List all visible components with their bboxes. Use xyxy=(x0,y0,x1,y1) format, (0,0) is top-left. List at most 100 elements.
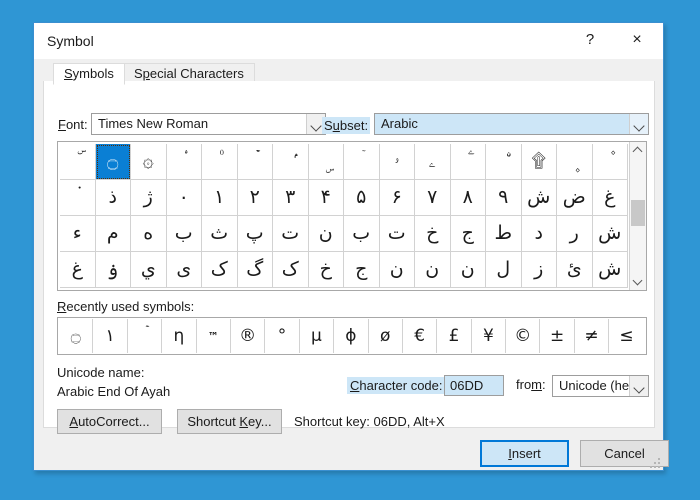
character-cell[interactable]: ه xyxy=(131,216,167,252)
recent-symbol-cell[interactable]: ۱ xyxy=(93,319,128,353)
recent-symbol-cell[interactable]: ® xyxy=(231,319,266,353)
character-cell[interactable]: ۟ xyxy=(166,144,202,180)
character-cell[interactable]: گ xyxy=(237,252,273,288)
character-cell[interactable]: ي xyxy=(131,252,167,288)
recent-symbol-cell[interactable]: ϕ xyxy=(334,319,369,353)
character-cell[interactable]: ک xyxy=(202,252,238,288)
close-button[interactable]: × xyxy=(615,23,659,56)
recent-symbol-cell[interactable]: η xyxy=(162,319,197,353)
character-cell[interactable]: ۳ xyxy=(273,180,309,216)
recent-symbol-cell[interactable]: € xyxy=(403,319,438,353)
character-cell[interactable]: ژ xyxy=(131,180,167,216)
character-cell[interactable]: ۵ xyxy=(344,180,380,216)
character-cell[interactable]: د xyxy=(521,216,557,252)
shortcut-key-button[interactable]: Shortcut Key... xyxy=(177,409,282,434)
character-cell[interactable]: ج xyxy=(450,216,486,252)
character-cell[interactable]: ۸ xyxy=(450,180,486,216)
character-cell[interactable]: ۰ xyxy=(166,180,202,216)
recent-symbol-cell[interactable]: ± xyxy=(540,319,575,353)
character-cell[interactable]: ت xyxy=(379,216,415,252)
character-cell[interactable]: ۣ xyxy=(308,144,344,180)
character-cell[interactable]: ۠ xyxy=(202,144,238,180)
character-cell[interactable]: ر xyxy=(557,216,593,252)
character-cell[interactable]: ۥ xyxy=(379,144,415,180)
recent-symbol-cell[interactable]: ø xyxy=(369,319,403,353)
character-cell[interactable]: ب xyxy=(166,216,202,252)
character-cell-selected[interactable]: ۝ xyxy=(95,144,131,180)
character-cell[interactable]: ۪ xyxy=(557,144,593,180)
recent-symbol-cell[interactable]: ≠ xyxy=(575,319,610,353)
character-cell[interactable]: ی xyxy=(166,252,202,288)
character-cell[interactable]: ۩ xyxy=(521,144,557,180)
character-cell[interactable]: ش xyxy=(521,180,557,216)
recent-symbol-cell[interactable]: £ xyxy=(437,319,472,353)
recent-symbol-cell[interactable]: ¥ xyxy=(472,319,507,353)
character-cell[interactable]: ۢ xyxy=(273,144,309,180)
character-cell[interactable]: ش xyxy=(592,252,628,288)
character-cell[interactable]: ۬ xyxy=(60,180,96,216)
character-cell[interactable]: ۞ xyxy=(131,144,167,180)
character-cell[interactable]: ن xyxy=(379,252,415,288)
recent-symbol-cell[interactable]: ۝ xyxy=(59,319,94,353)
scrollbar-thumb[interactable] xyxy=(631,200,645,227)
character-cell[interactable]: ۧ xyxy=(450,144,486,180)
recent-symbol-cell[interactable]: ۡ xyxy=(128,319,163,353)
character-cell[interactable]: ض xyxy=(557,180,593,216)
chevron-down-icon[interactable] xyxy=(629,376,648,396)
autocorrect-button[interactable]: AutoCorrect... xyxy=(57,409,162,434)
character-cell[interactable]: ۹ xyxy=(486,180,522,216)
character-code-input[interactable]: 06DD xyxy=(444,375,504,396)
character-cell[interactable]: ۨ xyxy=(486,144,522,180)
character-grid[interactable]: ۜ۝۞ۣ۟۠ۡۢۤۥۦۧۨ۩۪۫۬ذژ۰۱۲۳۴۵۶۷۸۹شضغءمهبثپتن… xyxy=(60,144,628,288)
character-cell[interactable]: ذ xyxy=(95,180,131,216)
recent-symbol-cell[interactable]: ™ xyxy=(197,319,231,353)
character-cell[interactable]: خ xyxy=(308,252,344,288)
recently-used-grid[interactable]: ۝۱ۡη™®°µϕø€£¥©±≠≤ xyxy=(59,319,645,353)
character-cell[interactable]: ۜ xyxy=(60,144,96,180)
character-cell[interactable]: ۏ xyxy=(95,252,131,288)
font-combobox[interactable]: Times New Roman xyxy=(91,113,326,135)
recent-symbol-cell[interactable]: µ xyxy=(300,319,335,353)
from-combobox[interactable]: Unicode (hex) xyxy=(552,375,649,397)
character-cell[interactable]: ت xyxy=(273,216,309,252)
character-cell[interactable]: ش xyxy=(592,216,628,252)
character-cell[interactable]: ک xyxy=(273,252,309,288)
character-cell[interactable]: ئ xyxy=(557,252,593,288)
character-cell[interactable]: غ xyxy=(60,252,96,288)
character-cell[interactable]: ز xyxy=(521,252,557,288)
character-cell[interactable]: ن xyxy=(450,252,486,288)
character-cell[interactable]: غ xyxy=(592,180,628,216)
chevron-down-icon[interactable] xyxy=(629,114,648,134)
character-cell[interactable]: ۴ xyxy=(308,180,344,216)
character-cell[interactable]: ۷ xyxy=(415,180,451,216)
character-cell[interactable]: ن xyxy=(308,216,344,252)
insert-button[interactable]: Insert xyxy=(480,440,569,467)
character-cell[interactable]: م xyxy=(95,216,131,252)
resize-grip[interactable] xyxy=(648,456,660,468)
character-cell[interactable]: پ xyxy=(237,216,273,252)
subset-combobox[interactable]: Arabic xyxy=(374,113,649,135)
character-cell[interactable]: ۱ xyxy=(202,180,238,216)
character-cell[interactable]: ث xyxy=(202,216,238,252)
character-cell[interactable]: ۶ xyxy=(379,180,415,216)
character-cell[interactable]: ۡ xyxy=(237,144,273,180)
character-cell[interactable]: ل xyxy=(486,252,522,288)
scroll-down-arrow-icon[interactable] xyxy=(630,273,646,290)
character-cell[interactable]: ۤ xyxy=(344,144,380,180)
tab-symbols[interactable]: Symbols xyxy=(53,63,125,85)
character-cell[interactable]: ۫ xyxy=(592,144,628,180)
scroll-up-arrow-icon[interactable] xyxy=(630,142,646,159)
character-cell[interactable]: ط xyxy=(486,216,522,252)
recent-symbol-cell[interactable]: ° xyxy=(265,319,300,353)
character-cell[interactable]: ۲ xyxy=(237,180,273,216)
recent-symbol-cell[interactable]: © xyxy=(506,319,541,353)
character-cell[interactable]: ن xyxy=(415,252,451,288)
character-cell[interactable]: ء xyxy=(60,216,96,252)
character-grid-scrollbar[interactable] xyxy=(629,142,646,290)
character-cell[interactable]: خ xyxy=(415,216,451,252)
character-cell[interactable]: ب xyxy=(344,216,380,252)
character-cell[interactable]: ۦ xyxy=(415,144,451,180)
character-cell[interactable]: ج xyxy=(344,252,380,288)
recent-symbol-cell[interactable]: ≤ xyxy=(609,319,643,353)
help-button[interactable]: ? xyxy=(568,23,612,56)
